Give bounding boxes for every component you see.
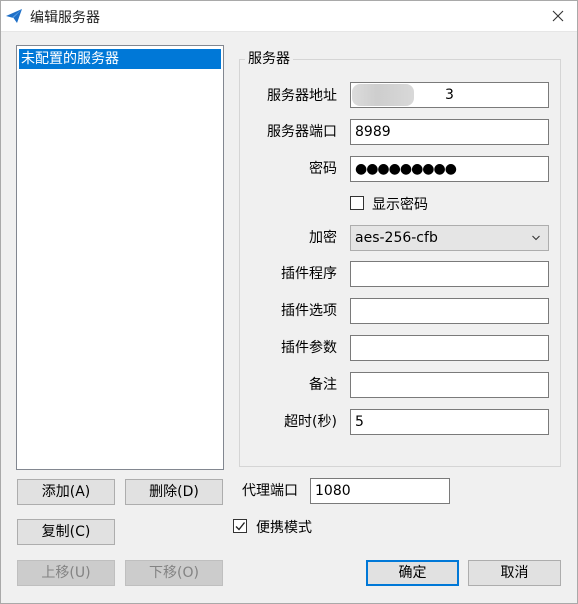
plugin-program-input[interactable] xyxy=(350,261,549,287)
ok-button[interactable]: 确定 xyxy=(366,560,459,586)
chevron-down-icon xyxy=(532,235,540,241)
encryption-dropdown[interactable]: aes-256-cfb xyxy=(350,225,549,251)
window-title: 编辑服务器 xyxy=(30,10,100,26)
portable-mode-label[interactable]: 便携模式 xyxy=(256,517,312,537)
password-input[interactable]: ●●●●●●●●● xyxy=(350,156,549,182)
encryption-label: 加密 xyxy=(309,230,337,246)
proxy-port-label: 代理端口 xyxy=(242,483,298,499)
port-label: 服务器端口 xyxy=(267,124,337,140)
portable-mode-checkbox[interactable] xyxy=(233,519,247,533)
redacted-address-blur xyxy=(352,84,414,106)
password-label: 密码 xyxy=(309,161,337,177)
plugin-args-label: 插件参数 xyxy=(281,340,337,356)
add-button[interactable]: 添加(A) xyxy=(17,479,115,505)
remarks-input[interactable] xyxy=(350,372,549,398)
plugin-program-label: 插件程序 xyxy=(281,266,337,282)
delete-button[interactable]: 删除(D) xyxy=(125,479,223,505)
copy-button[interactable]: 复制(C) xyxy=(17,519,115,545)
encryption-value: aes-256-cfb xyxy=(355,230,438,246)
move-up-button[interactable]: 上移(U) xyxy=(17,560,115,586)
paper-plane-icon xyxy=(6,9,22,23)
plugin-args-input[interactable] xyxy=(350,335,549,361)
server-group-label: 服务器 xyxy=(245,48,293,68)
server-list[interactable]: 未配置的服务器 xyxy=(16,45,224,470)
plugin-options-label: 插件选项 xyxy=(281,303,337,319)
timeout-label: 超时(秒) xyxy=(284,414,337,430)
port-input[interactable]: 8989 xyxy=(350,119,549,145)
show-password-label[interactable]: 显示密码 xyxy=(372,194,428,214)
remarks-label: 备注 xyxy=(309,377,337,393)
close-button[interactable] xyxy=(538,0,578,32)
address-label: 服务器地址 xyxy=(267,88,337,104)
plugin-options-input[interactable] xyxy=(350,298,549,324)
proxy-port-input[interactable]: 1080 xyxy=(310,478,450,504)
cancel-button[interactable]: 取消 xyxy=(468,560,561,586)
timeout-input[interactable]: 5 xyxy=(350,409,549,435)
show-password-checkbox[interactable] xyxy=(350,196,364,210)
server-list-item-selected[interactable]: 未配置的服务器 xyxy=(19,49,221,69)
checkmark-icon xyxy=(235,522,246,531)
move-down-button[interactable]: 下移(O) xyxy=(125,560,223,586)
close-icon xyxy=(552,10,564,22)
